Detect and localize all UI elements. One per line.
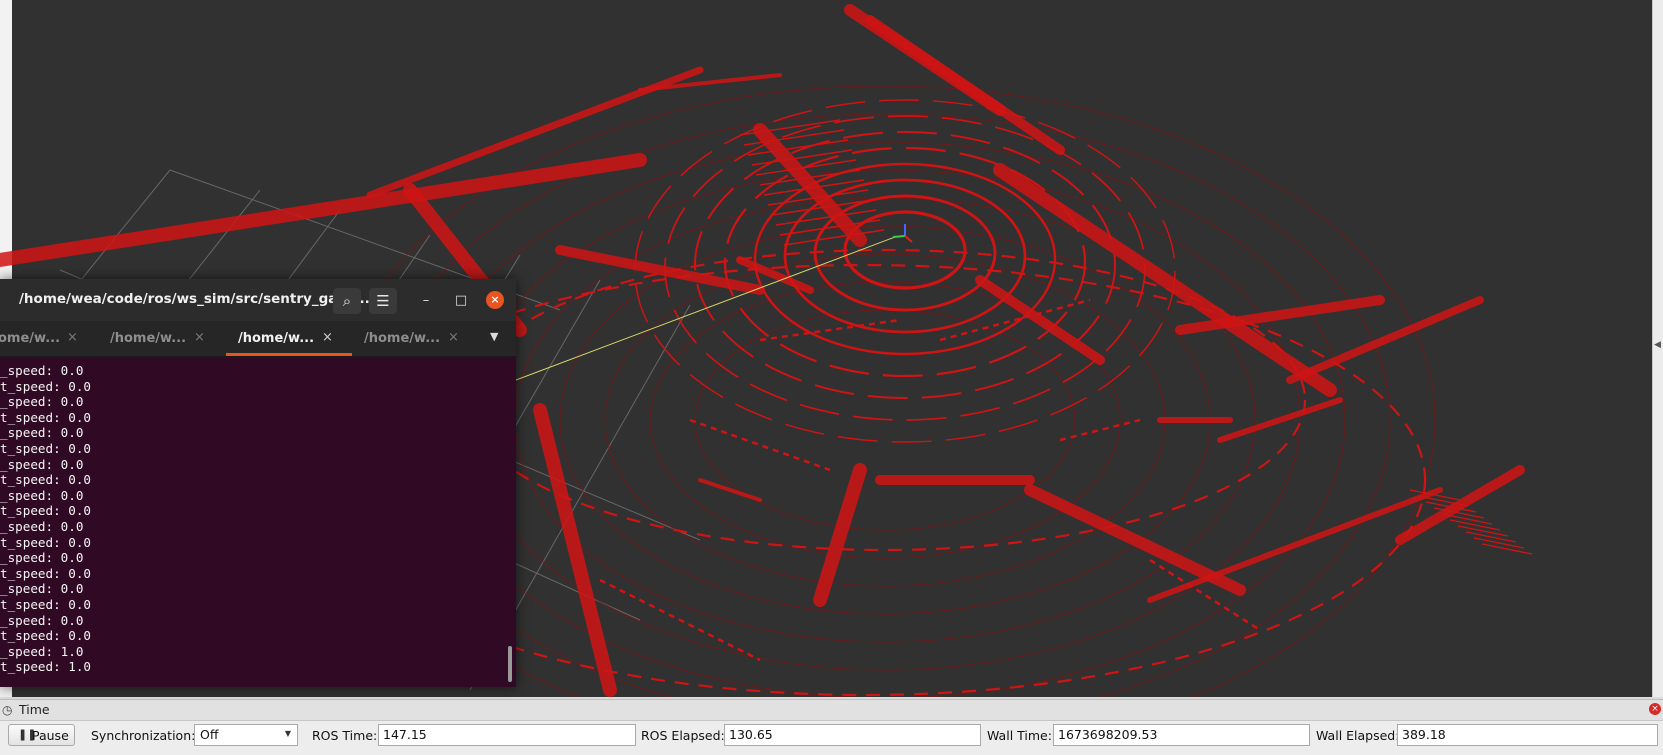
- tab-close-icon[interactable]: ×: [322, 330, 333, 345]
- terminal-line: _speed: 0.0: [0, 519, 84, 534]
- terminal-line: _speed: 0.0: [0, 581, 84, 597]
- chevron-down-icon: ▼: [284, 729, 291, 738]
- terminal-line: _speed: 0.0: [0, 456, 84, 472]
- ros-time-field[interactable]: 147.15: [378, 724, 636, 746]
- minimize-icon[interactable]: –: [415, 290, 437, 312]
- terminal-line: t_speed: 0.0: [0, 503, 91, 519]
- terminal-line: t_speed: 1.0: [0, 659, 91, 675]
- terminal-title: /home/wea/code/ros/ws_sim/src/sentry_gaz…: [19, 291, 370, 307]
- synchronization-dropdown[interactable]: Off ▼: [194, 724, 298, 746]
- terminal-line: t_speed: 0.0: [0, 628, 91, 644]
- ros-time-label: ROS Time:: [312, 728, 378, 743]
- terminal-line: t_speed: 0.0: [0, 441, 91, 456]
- tab-label: ome/w...: [0, 331, 61, 346]
- wall-time-label: Wall Time:: [987, 728, 1052, 743]
- tab-close-icon[interactable]: ×: [194, 330, 205, 345]
- terminal-tab[interactable]: /home/w... ×: [353, 321, 479, 356]
- tab-label: /home/w...: [110, 331, 187, 346]
- terminal-line: _speed: 0.0: [0, 550, 84, 566]
- tab-dropdown-icon[interactable]: ▼: [490, 330, 498, 343]
- hamburger-menu-icon[interactable]: ☰: [369, 288, 397, 314]
- time-panel: ◷ Time × ❚❚ Pause Synchronization: Off ▼…: [0, 699, 1663, 755]
- terminal-line: _speed: 0.0: [0, 425, 84, 441]
- terminal-line: _speed: 0.0: [0, 487, 84, 503]
- tab-close-icon[interactable]: ×: [448, 330, 459, 345]
- terminal-tab[interactable]: /home/w... ×: [100, 321, 226, 356]
- terminal-line: t_speed: 0.0: [0, 597, 91, 612]
- terminal-line: _speed: 0.0: [0, 363, 84, 378]
- terminal-window[interactable]: /home/wea/code/ros/ws_sim/src/sentry_gaz…: [0, 279, 516, 687]
- ros-elapsed-field[interactable]: 130.65: [724, 724, 981, 746]
- tab-label: /home/w...: [238, 331, 315, 346]
- time-panel-title-bar[interactable]: ◷ Time ×: [0, 700, 1663, 721]
- terminal-line: t_speed: 0.0: [0, 409, 91, 425]
- terminal-tab-active[interactable]: /home/w... ×: [226, 321, 352, 356]
- close-icon[interactable]: ×: [486, 291, 504, 309]
- terminal-line: _speed: 0.0: [0, 394, 84, 410]
- maximize-icon[interactable]: □: [450, 290, 472, 312]
- sync-value: Off: [200, 727, 219, 742]
- terminal-header-bar[interactable]: /home/wea/code/ros/ws_sim/src/sentry_gaz…: [0, 279, 516, 321]
- terminal-line: _speed: 1.0: [0, 643, 84, 659]
- close-panel-icon[interactable]: ×: [1649, 703, 1661, 715]
- clock-icon: ◷: [2, 703, 13, 717]
- terminal-scrollbar[interactable]: [508, 646, 512, 682]
- terminal-line: t_speed: 0.0: [0, 472, 91, 488]
- terminal-line: t_speed: 0.0: [0, 565, 91, 581]
- time-panel-title: Time: [19, 702, 50, 717]
- terminal-line: t_speed: 0.0: [0, 534, 91, 550]
- wall-elapsed-label: Wall Elapsed:: [1316, 728, 1400, 743]
- ros-elapsed-label: ROS Elapsed:: [641, 728, 725, 743]
- side-panel-handle[interactable]: ◀: [1652, 0, 1663, 697]
- terminal-output[interactable]: _speed: 0.0 t_speed: 0.0 _speed: 0.0 t_spee…: [0, 357, 516, 687]
- tab-label: /home/w...: [364, 331, 441, 346]
- terminal-tab-bar: ome/w... × /home/w... × /home/w... × /ho…: [0, 321, 516, 357]
- wall-elapsed-field[interactable]: 389.18: [1397, 724, 1658, 746]
- wall-time-field[interactable]: 1673698209.53: [1053, 724, 1310, 746]
- collapse-arrow-icon[interactable]: ◀: [1654, 340, 1661, 350]
- search-icon[interactable]: ⌕: [333, 288, 361, 314]
- pause-button[interactable]: ❚❚ Pause: [8, 724, 75, 746]
- terminal-line: t_speed: 0.0: [0, 378, 91, 394]
- sync-label: Synchronization:: [91, 728, 196, 743]
- tab-close-icon[interactable]: ×: [67, 330, 78, 345]
- pause-label: Pause: [32, 728, 69, 743]
- terminal-line: _speed: 0.0: [0, 612, 84, 628]
